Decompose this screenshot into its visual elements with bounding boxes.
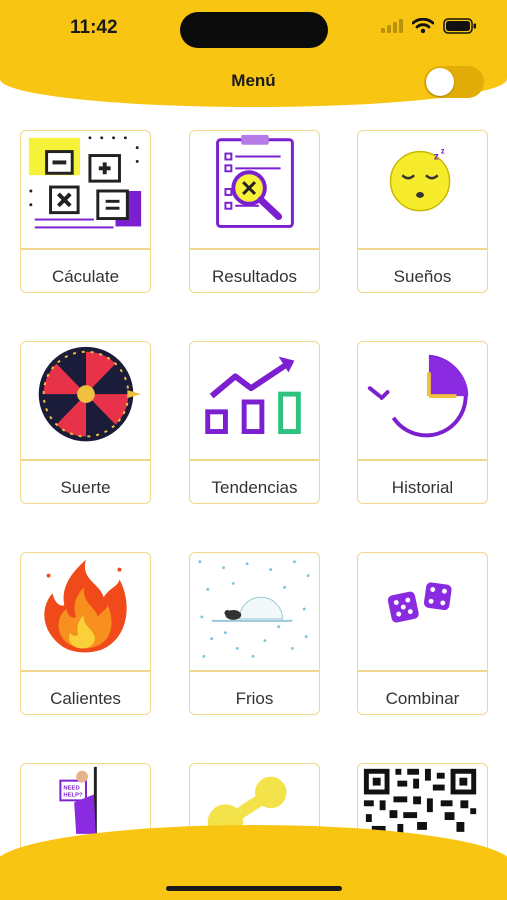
signal-icon (381, 19, 403, 38)
svg-text:z: z (434, 151, 439, 162)
menu-card-label: Sueños (393, 267, 452, 286)
menu-card-dreams[interactable]: z z Sueños (357, 130, 488, 293)
sleeping-face-icon: z z (358, 131, 487, 248)
menu-card-cold[interactable]: Frios (189, 552, 320, 715)
clipboard-results-icon (190, 131, 319, 248)
card-divider (21, 670, 150, 672)
battery-icon (443, 18, 477, 39)
roulette-wheel-icon (21, 342, 150, 459)
menu-card-calculate[interactable]: Cáculate (20, 130, 151, 293)
card-divider (358, 670, 487, 672)
history-clock-icon (358, 342, 487, 459)
svg-text:NEED: NEED (63, 786, 79, 792)
menu-card-label: Suerte (60, 478, 111, 497)
menu-card-history[interactable]: Historial (357, 341, 488, 504)
fire-icon (21, 553, 150, 670)
menu-card-label: Calientes (50, 689, 121, 708)
menu-card-combine[interactable]: Combinar (357, 552, 488, 715)
igloo-icon (190, 553, 319, 670)
card-divider (190, 670, 319, 672)
menu-card-luck[interactable]: Suerte (20, 341, 151, 504)
app-header: 11:42 Menú (0, 0, 507, 107)
svg-text:HELP?: HELP? (63, 792, 83, 798)
theme-toggle[interactable] (424, 66, 484, 98)
dice-icon (358, 553, 487, 670)
menu-card-label: Historial (391, 478, 454, 497)
card-divider (190, 248, 319, 250)
card-divider (358, 459, 487, 461)
card-divider (358, 248, 487, 250)
card-divider (21, 248, 150, 250)
trend-chart-icon (190, 342, 319, 459)
wifi-icon (411, 17, 435, 39)
card-divider (190, 459, 319, 461)
menu-card-label: Resultados (211, 267, 298, 286)
home-indicator[interactable] (166, 886, 342, 891)
menu-card-hot[interactable]: Calientes (20, 552, 151, 715)
calculator-icon (21, 131, 150, 248)
status-icons (381, 17, 477, 39)
svg-text:z: z (441, 147, 445, 156)
menu-card-trends[interactable]: Tendencias (189, 341, 320, 504)
menu-card-label: Combinar (385, 689, 460, 708)
card-divider (21, 459, 150, 461)
toggle-knob (426, 68, 454, 96)
dynamic-island (180, 12, 328, 48)
menu-card-label: Frios (235, 689, 274, 708)
menu-grid: Cáculate Resultados z z Sueños Suerte Te… (0, 0, 507, 900)
menu-card-label: Cáculate (51, 267, 120, 286)
status-time: 11:42 (70, 17, 118, 38)
menu-card-results[interactable]: Resultados (189, 130, 320, 293)
menu-card-label: Tendencias (211, 478, 298, 497)
